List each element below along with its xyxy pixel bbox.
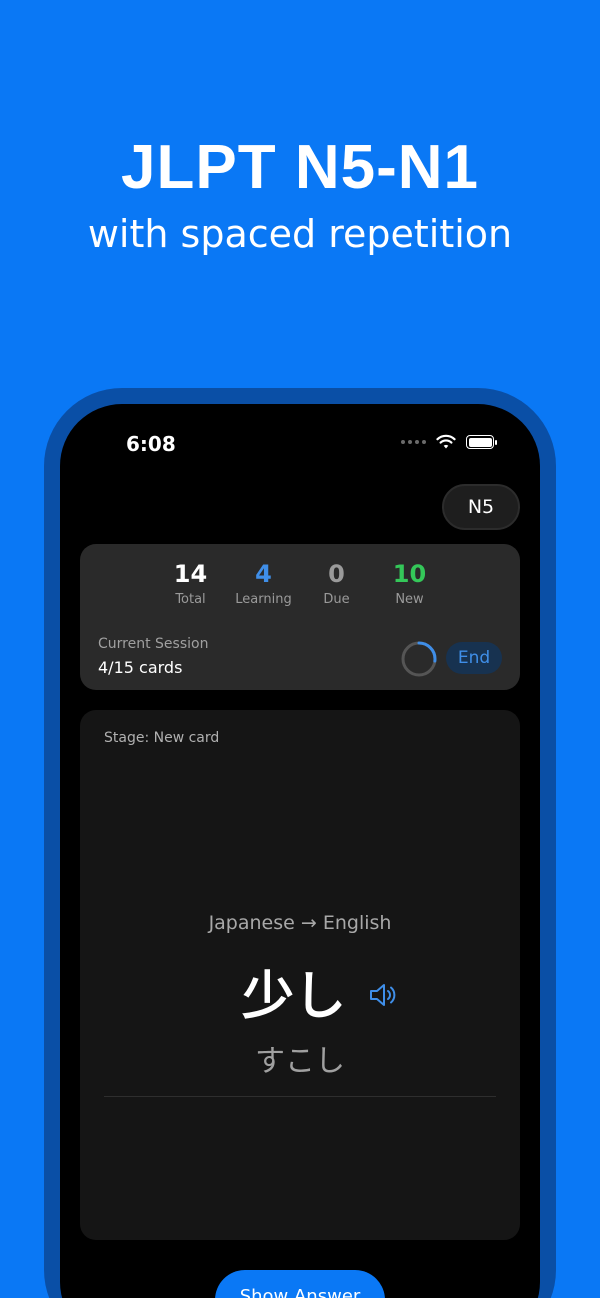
stat-new-value: 10 [392, 560, 427, 588]
stat-total-label: Total [175, 592, 206, 607]
card-stage: Stage: New card [104, 730, 220, 746]
stat-learning: 4 Learning [227, 560, 300, 607]
level-selector-button[interactable]: N5 [442, 484, 520, 530]
promo-subheadline: with spaced repetition [87, 212, 513, 256]
stats-row: 14 Total 4 Learning 0 Due 10 New [80, 560, 520, 607]
flashcard[interactable]: Stage: New card Japanese → English 少し すこ… [80, 710, 520, 1240]
stat-due-label: Due [323, 592, 350, 607]
phone-screen: 6:08 N5 14 Total 4 Learning 0 Due 10 New… [60, 404, 540, 1298]
status-time: 6:08 [126, 432, 176, 456]
session-progress-text: 4/15 cards [98, 658, 183, 677]
promo-headline: JLPT N5-N1 [121, 133, 479, 202]
stat-total-value: 14 [173, 560, 208, 588]
wifi-icon [436, 434, 456, 449]
card-direction: Japanese → English [208, 912, 392, 934]
cellular-dots-icon [401, 440, 426, 444]
stat-learning-label: Learning [235, 592, 292, 607]
card-word: 少し [241, 967, 346, 1027]
session-label: Current Session [98, 636, 209, 652]
stat-learning-value: 4 [255, 560, 272, 588]
stats-card: 14 Total 4 Learning 0 Due 10 New Current… [80, 544, 520, 690]
stat-new: 10 New [373, 560, 446, 607]
stat-new-label: New [395, 592, 424, 607]
session-progress-ring [401, 641, 437, 677]
status-icons [401, 434, 497, 450]
speaker-icon[interactable] [368, 981, 398, 1009]
end-session-button[interactable]: End [446, 642, 502, 674]
stat-due-value: 0 [328, 560, 345, 588]
card-reading: すこし [255, 1044, 345, 1079]
word-row: 少し [80, 954, 520, 1029]
show-answer-button[interactable]: Show Answer [215, 1270, 385, 1298]
card-divider [104, 1096, 496, 1097]
stat-total: 14 Total [154, 560, 227, 607]
stat-due: 0 Due [300, 560, 373, 607]
battery-icon [466, 435, 497, 449]
